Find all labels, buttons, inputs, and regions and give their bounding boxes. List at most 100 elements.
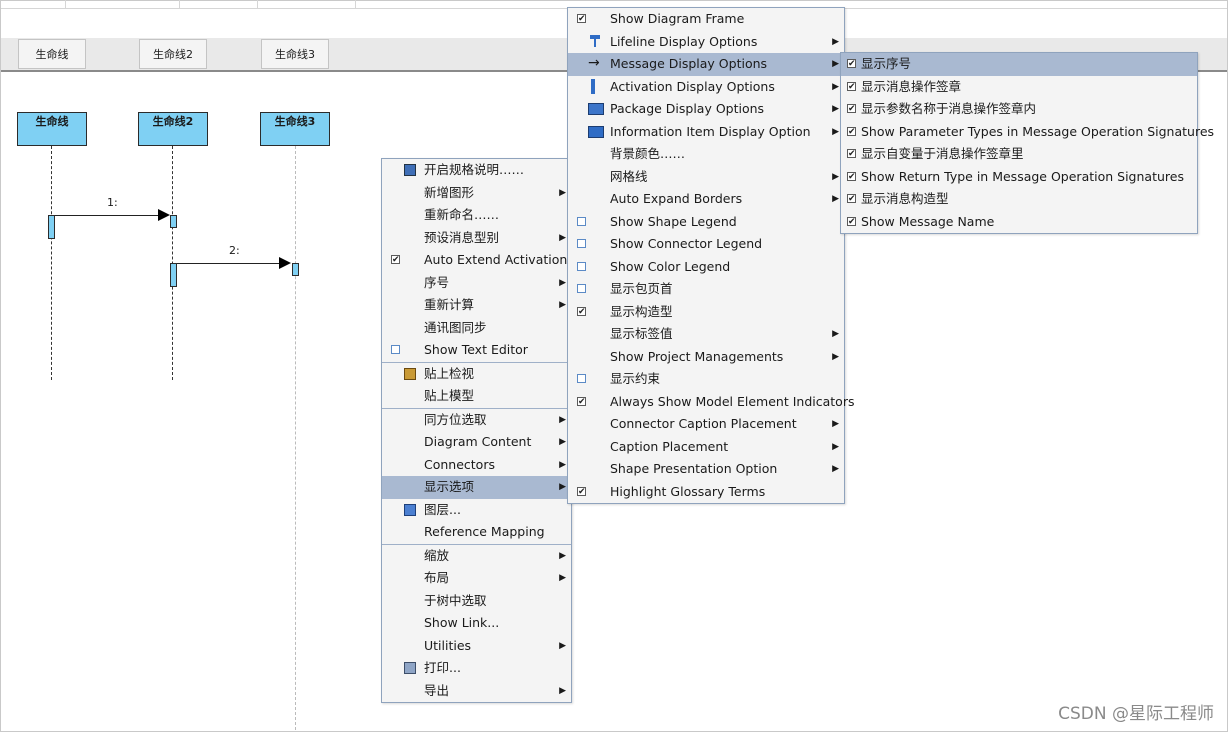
checkbox-unchecked-icon[interactable]	[577, 216, 586, 226]
menu-item-label: Highlight Glossary Terms	[610, 483, 766, 499]
menu-item-label: Show Text Editor	[424, 342, 528, 357]
menu-item-information-item-display[interactable]: Information Item Display Option ▶	[568, 121, 844, 144]
menu-item-message-display[interactable]: → Message Display Options ▶	[568, 53, 844, 76]
menu-item-shape-presentation[interactable]: Shape Presentation Option ▶	[568, 458, 844, 481]
menu-item-sequence-number[interactable]: 序号 ▶	[382, 272, 571, 295]
menu-item-connectors[interactable]: Connectors ▶	[382, 454, 571, 477]
menu-item-show-connector-legend[interactable]: Show Connector Legend	[568, 233, 844, 256]
checkbox-checked-icon[interactable]	[577, 306, 586, 316]
lane-tab[interactable]: 生命线3	[261, 39, 329, 69]
message-line[interactable]	[55, 215, 160, 216]
checkbox-checked-icon[interactable]	[577, 14, 586, 23]
chevron-right-icon: ▶	[559, 482, 566, 492]
menu-item-sync-communication[interactable]: 通讯图同步	[382, 317, 571, 340]
lane-tab[interactable]: 生命线2	[139, 39, 207, 69]
menu-item-zoom[interactable]: 缩放 ▶	[382, 545, 571, 568]
menu-item-connector-caption-placement[interactable]: Connector Caption Placement ▶	[568, 413, 844, 436]
menu-item-open-spec[interactable]: 开启规格说明……	[382, 159, 571, 182]
menu-item-show-return-type[interactable]: Show Return Type in Message Operation Si…	[841, 166, 1197, 189]
checkbox-checked-icon[interactable]	[847, 171, 856, 181]
menu-item-show-color-legend[interactable]: Show Color Legend	[568, 256, 844, 279]
lifeline-head[interactable]: 生命线3	[260, 112, 330, 146]
chevron-right-icon: ▶	[832, 441, 839, 452]
menu-item-display-options[interactable]: 显示选项 ▶	[382, 476, 571, 499]
checkbox-unchecked-icon[interactable]	[391, 345, 400, 354]
menu-item-paste-view[interactable]: 贴上检视	[382, 363, 571, 386]
menu-item-background-color[interactable]: 背景颜色……	[568, 143, 844, 166]
menu-item-auto-expand-borders[interactable]: Auto Expand Borders ▶	[568, 188, 844, 211]
lifeline-head[interactable]: 生命线	[17, 112, 87, 146]
menu-item-rename[interactable]: 重新命名……	[382, 204, 571, 227]
checkbox-checked-icon[interactable]	[847, 149, 856, 158]
lane-tab[interactable]: 生命线	[18, 39, 86, 69]
menu-item-print[interactable]: 打印...	[382, 657, 571, 680]
checkbox-unchecked-icon[interactable]	[577, 284, 586, 293]
message-display-submenu: 显示序号 显示消息操作签章 显示参数名称于消息操作签章内 Show Parame…	[840, 52, 1214, 234]
checkbox-checked-icon[interactable]	[847, 216, 856, 226]
menu-item-reference-mapping[interactable]: Reference Mapping	[382, 521, 571, 544]
checkbox-checked-icon[interactable]	[577, 486, 586, 496]
menu-item-package-display[interactable]: Package Display Options ▶	[568, 98, 844, 121]
message-line[interactable]	[177, 263, 281, 264]
menu-item-label: 新增图形	[424, 184, 475, 200]
menu-item-new-shape[interactable]: 新增图形 ▶	[382, 182, 571, 205]
menu-item-select-aligned[interactable]: 同方位选取 ▶	[382, 409, 571, 432]
checkbox-checked-icon[interactable]	[847, 194, 856, 203]
menu-item-activation-display[interactable]: Activation Display Options ▶	[568, 76, 844, 99]
menu-item-show-diagram-frame[interactable]: Show Diagram Frame	[568, 8, 844, 31]
menu-item-show-message-name[interactable]: Show Message Name	[841, 211, 1197, 234]
checkbox-checked-icon[interactable]	[847, 104, 856, 113]
message-label[interactable]: 1:	[107, 196, 118, 209]
checkbox-checked-icon[interactable]	[577, 396, 586, 406]
menu-item-layers[interactable]: 图层...	[382, 499, 571, 522]
menu-item-show-message-stereotype[interactable]: 显示消息构造型	[841, 188, 1197, 211]
menu-item-show-arguments[interactable]: 显示自变量于消息操作签章里	[841, 143, 1197, 166]
menu-item-show-shape-legend[interactable]: Show Shape Legend	[568, 211, 844, 234]
lifeline-head[interactable]: 生命线2	[138, 112, 208, 146]
menu-item-label: 显示构造型	[610, 303, 673, 319]
menu-item-highlight-glossary[interactable]: Highlight Glossary Terms	[568, 481, 844, 504]
menu-item-label: 同方位选取	[424, 411, 487, 427]
checkbox-unchecked-icon[interactable]	[577, 261, 586, 271]
activation-bar[interactable]	[170, 263, 177, 287]
menu-item-show-link[interactable]: Show Link...	[382, 612, 571, 635]
menu-item-paste-model[interactable]: 贴上模型	[382, 385, 571, 408]
menu-item-grid[interactable]: 网格线 ▶	[568, 166, 844, 189]
menu-item-model-element-indicators[interactable]: Always Show Model Element Indicators	[568, 391, 854, 414]
checkbox-unchecked-icon[interactable]	[577, 239, 586, 248]
menu-item-diagram-content[interactable]: Diagram Content ▶	[382, 431, 571, 454]
checkbox-checked-icon[interactable]	[847, 126, 856, 136]
menu-item-show-text-editor[interactable]: Show Text Editor	[382, 339, 571, 362]
menu-item-show-operation-signature[interactable]: 显示消息操作签章	[841, 76, 1197, 99]
lifeline-dashed-line	[51, 146, 52, 380]
checkbox-checked-icon[interactable]	[847, 81, 856, 91]
menu-item-show-parameter-types[interactable]: Show Parameter Types in Message Operatio…	[841, 121, 1214, 144]
checkbox-unchecked-icon[interactable]	[577, 374, 586, 383]
menu-item-utilities[interactable]: Utilities ▶	[382, 635, 571, 658]
menu-item-label: Show Connector Legend	[610, 236, 763, 251]
menu-item-export[interactable]: 导出 ▶	[382, 680, 571, 703]
chevron-right-icon: ▶	[832, 104, 839, 114]
menu-item-show-project-managements[interactable]: Show Project Managements ▶	[568, 346, 844, 369]
menu-item-show-package-header[interactable]: 显示包页首	[568, 278, 844, 301]
menu-item-caption-placement[interactable]: Caption Placement ▶	[568, 436, 844, 459]
menu-item-default-message-type[interactable]: 预设消息型别 ▶	[382, 227, 571, 250]
checkbox-checked-icon[interactable]	[847, 59, 856, 68]
menu-item-show-tagged-values[interactable]: 显示标签值 ▶	[568, 323, 844, 346]
menu-item-show-sequence-number[interactable]: 显示序号	[841, 53, 1197, 76]
menu-item-show-parameter-names[interactable]: 显示参数名称于消息操作签章内	[841, 98, 1197, 121]
menu-item-select-in-tree[interactable]: 于树中选取	[382, 590, 571, 613]
watermark: CSDN @星际工程师	[1058, 704, 1214, 724]
menu-item-layout[interactable]: 布局 ▶	[382, 567, 571, 590]
activation-bar[interactable]	[48, 215, 55, 239]
menu-item-lifeline-display[interactable]: Lifeline Display Options ▶	[568, 31, 844, 54]
menu-item-recalculate[interactable]: 重新计算 ▶	[382, 294, 571, 317]
menu-item-show-constraints[interactable]: 显示约束	[568, 368, 844, 391]
activation-bar[interactable]	[170, 215, 177, 228]
menu-item-label: 布局	[424, 570, 450, 585]
activation-bar[interactable]	[292, 263, 299, 276]
checkbox-checked-icon[interactable]	[391, 255, 400, 264]
menu-item-show-stereotype[interactable]: 显示构造型	[568, 301, 844, 324]
menu-item-auto-extend-activations[interactable]: Auto Extend Activations	[382, 249, 574, 272]
message-label[interactable]: 2:	[229, 244, 240, 257]
